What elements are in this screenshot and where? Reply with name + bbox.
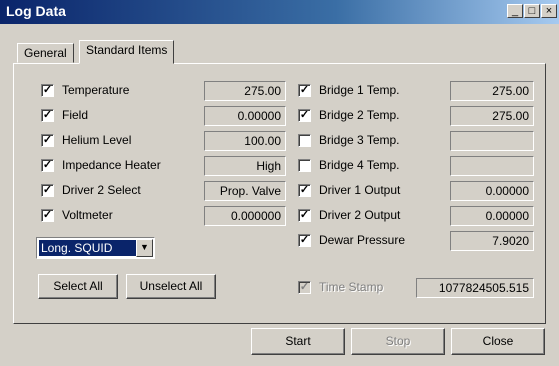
helium-level-checkbox[interactable]: ✓ [41,134,54,147]
driver-1-output-checkbox[interactable]: ✓ [298,184,311,197]
bridge-1-temp-value: 275.00 [450,81,534,101]
bridge-3-temp-value [450,131,534,151]
start-button[interactable]: Start [251,328,345,355]
driver-2-output-checkbox[interactable]: ✓ [298,209,311,222]
temperature-value: 275.00 [204,81,286,101]
temperature-checkbox[interactable]: ✓ [41,84,54,97]
item-row-voltmeter: ✓ Voltmeter 0.000000 [41,206,286,226]
bridge-2-temp-checkbox[interactable]: ✓ [298,109,311,122]
bridge-1-temp-checkbox[interactable]: ✓ [298,84,311,97]
voltmeter-label: Voltmeter [62,208,113,222]
maximize-button[interactable]: □ [524,4,540,18]
impedance-heater-value: High [204,156,286,176]
item-row-dewar-pressure: ✓ Dewar Pressure 7.9020 [298,231,534,251]
driver-2-output-value: 0.00000 [450,206,534,226]
window-title: Log Data [6,3,66,19]
impedance-heater-label: Impedance Heater [62,158,161,172]
dewar-pressure-value: 7.9020 [450,231,534,251]
tab-general[interactable]: General [17,43,74,63]
item-row-driver-2-select: ✓ Driver 2 Select Prop. Valve [41,181,286,201]
time-stamp-label: Time Stamp [319,280,384,294]
item-row-driver-2-output: ✓ Driver 2 Output 0.00000 [298,206,534,226]
bridge-3-temp-checkbox[interactable] [298,134,311,147]
field-checkbox[interactable]: ✓ [41,109,54,122]
time-stamp-value: 1077824505.515 [416,278,534,298]
bridge-4-temp-value [450,156,534,176]
impedance-heater-checkbox[interactable]: ✓ [41,159,54,172]
select-all-button[interactable]: Select All [38,274,118,299]
bridge-2-temp-value: 275.00 [450,106,534,126]
bridge-3-temp-label: Bridge 3 Temp. [319,133,400,147]
dewar-pressure-checkbox[interactable]: ✓ [298,234,311,247]
item-row-helium-level: ✓ Helium Level 100.00 [41,131,286,151]
item-row-impedance-heater: ✓ Impedance Heater High [41,156,286,176]
time-stamp-row: ✓ Time Stamp 1077824505.515 [298,278,534,298]
item-row-bridge-1-temp: ✓ Bridge 1 Temp. 275.00 [298,81,534,101]
helium-level-value: 100.00 [204,131,286,151]
tab-standard-items[interactable]: Standard Items [79,40,175,64]
chevron-down-icon[interactable]: ▼ [136,239,153,257]
time-stamp-checkbox: ✓ [298,281,311,294]
item-row-bridge-2-temp: ✓ Bridge 2 Temp. 275.00 [298,106,534,126]
tab-general-label: General [24,46,67,60]
field-label: Field [62,108,89,122]
standard-items-panel: ✓ Temperature 275.00 ✓ Field 0.00000 ✓ H… [13,63,546,324]
title-bar: Log Data _ □ × [0,0,559,24]
temperature-label: Temperature [62,83,130,97]
minimize-button[interactable]: _ [507,4,523,18]
driver-2-select-checkbox[interactable]: ✓ [41,184,54,197]
dialog-body: General Standard Items ✓ Temperature 275… [0,24,559,366]
bridge-1-temp-label: Bridge 1 Temp. [319,83,400,97]
driver-1-output-value: 0.00000 [450,181,534,201]
close-window-button[interactable]: × [541,4,557,18]
tab-standard-items-label: Standard Items [86,43,168,57]
driver-2-output-label: Driver 2 Output [319,208,401,222]
driver-2-select-label: Driver 2 Select [62,183,141,197]
voltmeter-value: 0.000000 [204,206,286,226]
close-button[interactable]: Close [451,328,545,355]
item-row-temperature: ✓ Temperature 275.00 [41,81,286,101]
driver-1-output-label: Driver 1 Output [319,183,401,197]
item-row-bridge-3-temp: Bridge 3 Temp. [298,131,534,151]
voltmeter-source-select[interactable]: Long. SQUID ▼ [36,237,155,259]
item-row-field: ✓ Field 0.00000 [41,106,286,126]
stop-button: Stop [351,328,445,355]
item-row-bridge-4-temp: Bridge 4 Temp. [298,156,534,176]
item-row-driver-1-output: ✓ Driver 1 Output 0.00000 [298,181,534,201]
unselect-all-button[interactable]: Unselect All [126,274,216,299]
bridge-4-temp-label: Bridge 4 Temp. [319,158,400,172]
voltmeter-source-selected: Long. SQUID [39,240,137,256]
bridge-4-temp-checkbox[interactable] [298,159,311,172]
field-value: 0.00000 [204,106,286,126]
dewar-pressure-label: Dewar Pressure [319,233,406,247]
voltmeter-checkbox[interactable]: ✓ [41,209,54,222]
bridge-2-temp-label: Bridge 2 Temp. [319,108,400,122]
driver-2-select-value: Prop. Valve [204,181,286,201]
helium-level-label: Helium Level [62,133,132,147]
